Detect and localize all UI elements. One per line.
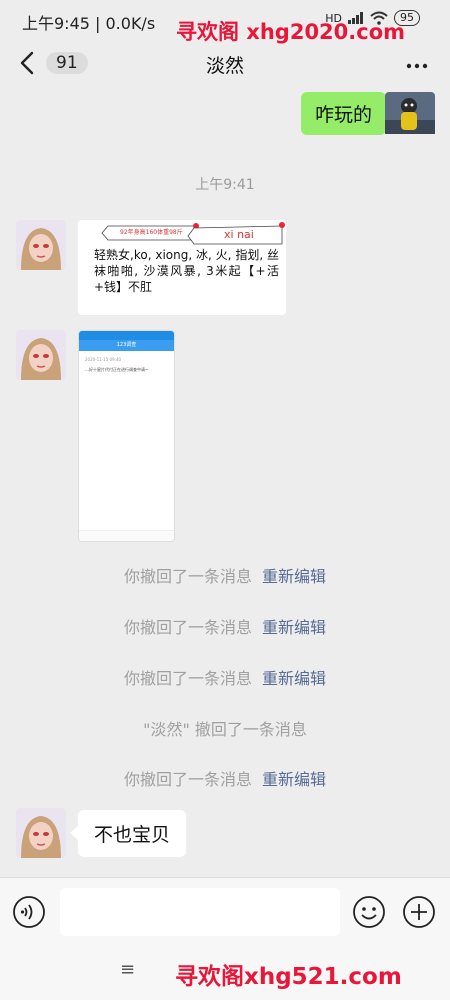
screenshot-navbar [79, 530, 174, 541]
recall-notice: 你撤回了一条消息 重新编辑 [0, 665, 450, 689]
recall-notice: 你撤回了一条消息 重新编辑 [0, 563, 450, 587]
message-timestamp: 上午9:41 [195, 177, 255, 193]
incoming-message-text: 不也宝贝 [94, 824, 171, 846]
contact-avatar[interactable] [16, 220, 66, 270]
ad-tag-small: 92年身高160体重98斤 [120, 229, 183, 236]
message-input[interactable] [60, 888, 340, 936]
screenshot-header: 123调查 [79, 340, 174, 351]
menu-icon[interactable]: ≡ [120, 959, 135, 980]
my-avatar[interactable] [385, 92, 435, 142]
contact-avatar-image [16, 220, 66, 270]
ad-card-text: 轻熟女,ko, xiong, 冰, 火, 指划, 丝袜啪啪, 沙漠风暴, 3米起… [94, 248, 279, 294]
other-recall-notice: "淡然" 撤回了一条消息 [143, 720, 307, 739]
contact-avatar[interactable] [16, 330, 66, 380]
ad-tag-name: xi nai [224, 228, 254, 241]
chat-title: 淡然 [205, 55, 244, 77]
re-edit-link[interactable]: 重新编辑 [262, 770, 326, 789]
contact-avatar-image [16, 808, 66, 858]
image-message-card[interactable]: 92年身高160体重98斤 xi nai 轻熟女,ko, xiong, 冰, 火… [78, 220, 286, 315]
outgoing-message-bubble[interactable]: 咋玩的 [300, 92, 395, 135]
re-edit-link[interactable]: 重新编辑 [262, 567, 326, 586]
toy-avatar-image [385, 92, 435, 134]
recall-text: 你撤回了一条消息 [123, 567, 252, 586]
chat-messages[interactable]: 咋玩的 上午9:41 92年身高160体重98斤 xi nai 轻熟女,ko, … [0, 90, 450, 877]
recall-notice: 你撤回了一条消息 重新编辑 [0, 614, 450, 638]
input-toolbar [0, 877, 450, 946]
emoji-icon[interactable] [352, 895, 386, 929]
more-options-button[interactable] [406, 50, 428, 75]
screenshot-image-message[interactable]: 123调查 2020-11-15 09:40 …好十星片代付正在进行调查中请~ [78, 330, 175, 542]
plus-icon[interactable] [402, 895, 436, 929]
recall-notice: 你撤回了一条消息 重新编辑 [0, 766, 450, 790]
voice-input-icon[interactable] [12, 895, 46, 929]
contact-avatar[interactable] [16, 808, 66, 858]
screenshot-line-2: …好十星片代付正在进行调查中请~ [85, 367, 149, 372]
chat-header: 91 淡然 [0, 40, 450, 90]
watermark-bottom: 寻欢阁xhg521.com [175, 964, 402, 990]
re-edit-link[interactable]: 重新编辑 [262, 618, 326, 637]
incoming-message-bubble[interactable]: 不也宝贝 [69, 810, 187, 857]
status-time-speed: 上午9:45 | 0.0K/s [22, 14, 156, 33]
recall-text: 你撤回了一条消息 [123, 618, 252, 637]
more-dots-icon [406, 63, 428, 69]
recall-text: 你撤回了一条消息 [123, 770, 252, 789]
screenshot-line-1: 2020-11-15 09:40 [85, 357, 122, 362]
contact-avatar-image [16, 330, 66, 380]
outgoing-message-text: 咋玩的 [314, 104, 372, 126]
recall-text: 你撤回了一条消息 [123, 669, 252, 688]
screenshot-statusbar [79, 331, 174, 340]
re-edit-link[interactable]: 重新编辑 [262, 669, 326, 688]
